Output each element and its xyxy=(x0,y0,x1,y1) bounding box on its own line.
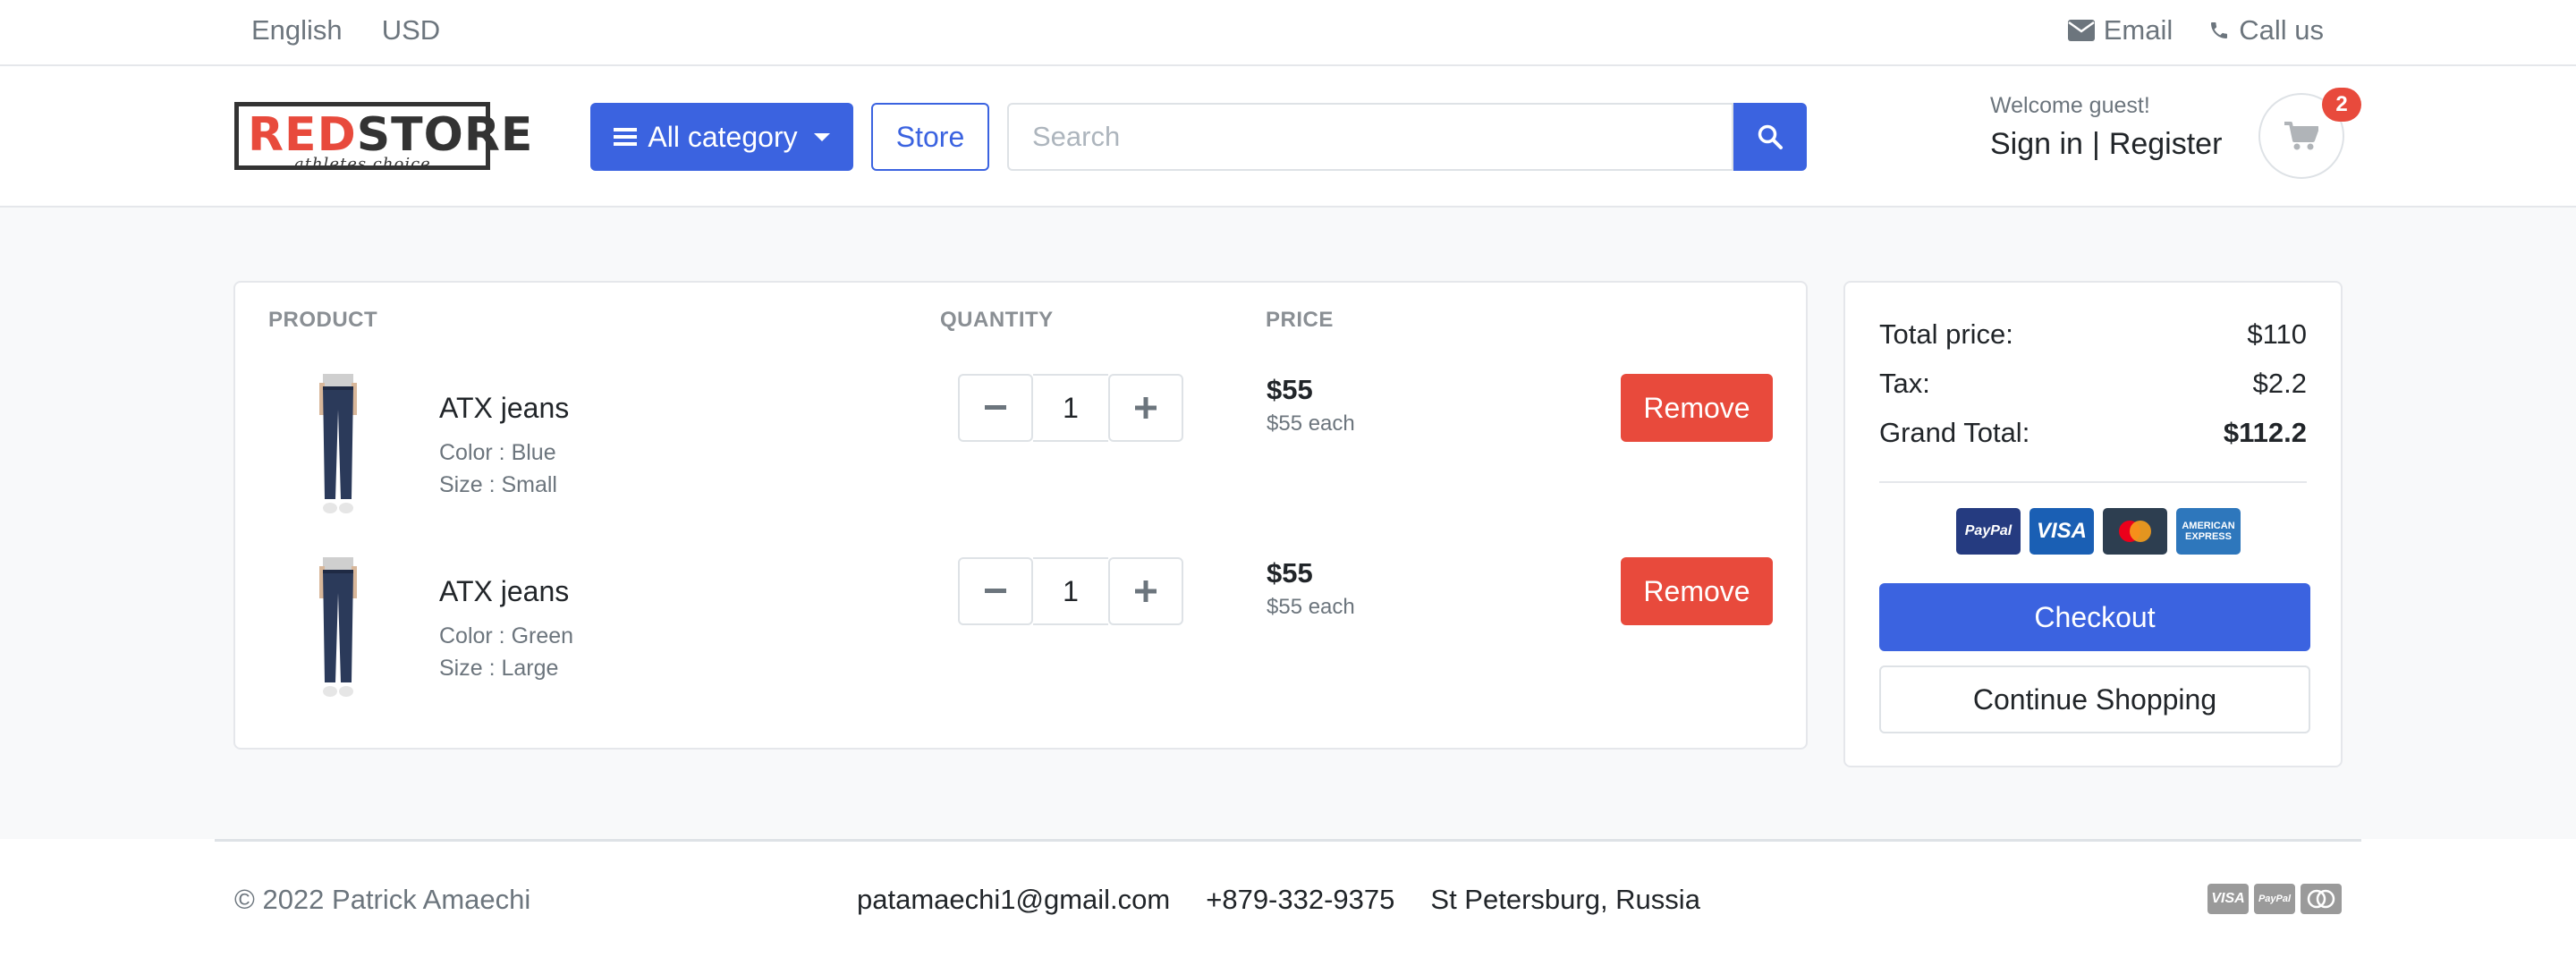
search-icon xyxy=(1758,124,1783,149)
all-category-label: All category xyxy=(648,120,798,153)
unit-price: $55 each xyxy=(1267,595,1355,619)
mastercard-icon xyxy=(2301,884,2342,914)
paypal-icon: PayPal xyxy=(1956,508,2021,555)
language-selector[interactable]: English xyxy=(251,14,343,47)
logo-wordmark: REDSTORE xyxy=(248,108,534,162)
footer-payment-icons: VISA PayPal xyxy=(2207,884,2342,914)
paypal-icon: PayPal xyxy=(2254,884,2295,914)
product-image xyxy=(319,557,357,697)
amex-icon: AMERICAN EXPRESS xyxy=(2176,508,2241,555)
locale-switcher: English USD xyxy=(251,14,440,47)
total-price-line: Total price: $110 xyxy=(1879,318,2307,351)
grand-total-line: Grand Total: $112.2 xyxy=(1879,417,2307,449)
decrease-quantity-button[interactable] xyxy=(958,374,1033,442)
search-button[interactable] xyxy=(1733,103,1807,171)
tax-line: Tax: $2.2 xyxy=(1879,368,2307,400)
sign-in-link[interactable]: Sign in xyxy=(1990,127,2083,162)
tax-value: $2.2 xyxy=(2252,368,2307,399)
remove-item-button[interactable]: Remove xyxy=(1621,374,1773,442)
minus-icon xyxy=(985,589,1006,593)
item-price: $55 xyxy=(1267,557,1313,589)
footer-divider xyxy=(215,839,2361,842)
search-input[interactable] xyxy=(1007,103,1733,171)
footer-email[interactable]: patamaechi1@gmail.com xyxy=(857,884,1170,916)
store-logo[interactable]: REDSTORE athletes choice xyxy=(234,102,532,174)
remove-item-button[interactable]: Remove xyxy=(1621,557,1773,625)
copyright-text: © 2022 Patrick Amaechi xyxy=(234,884,531,915)
plus-icon xyxy=(1135,580,1157,602)
caret-down-icon xyxy=(813,133,830,141)
tax-label: Tax: xyxy=(1879,368,1930,399)
currency-selector[interactable]: USD xyxy=(382,14,440,47)
cart-count-badge: 2 xyxy=(2322,88,2361,122)
hamburger-icon xyxy=(614,128,638,146)
column-header-price: PRICE xyxy=(1266,308,1334,332)
site-footer: © 2022 Patrick Amaechi patamaechi1@gmail… xyxy=(0,839,2576,966)
call-link[interactable]: Call us xyxy=(2208,14,2324,47)
plus-icon xyxy=(1135,397,1157,419)
column-header-quantity: QUANTITY xyxy=(940,308,1054,332)
unit-price: $55 each xyxy=(1267,411,1355,436)
cart-page: PRODUCT QUANTITY PRICE ATX jeans Color :… xyxy=(0,208,2576,839)
email-label: Email xyxy=(2103,14,2174,46)
summary-divider xyxy=(1879,481,2307,483)
call-label: Call us xyxy=(2239,14,2324,46)
item-price: $55 xyxy=(1267,374,1313,405)
quantity-value[interactable]: 1 xyxy=(1033,374,1108,442)
decrease-quantity-button[interactable] xyxy=(958,557,1033,625)
auth-separator: | xyxy=(2091,127,2100,161)
product-color: Color : Green xyxy=(439,623,574,648)
increase-quantity-button[interactable] xyxy=(1108,374,1183,442)
product-image xyxy=(319,374,357,513)
mastercard-icon xyxy=(2103,508,2167,555)
order-summary-card: Total price: $110 Tax: $2.2 Grand Total:… xyxy=(1843,281,2343,767)
visa-icon: VISA xyxy=(2207,884,2249,914)
footer-location: St Petersburg, Russia xyxy=(1430,884,1700,915)
column-header-product: PRODUCT xyxy=(268,308,378,332)
product-size: Size : Large xyxy=(439,656,559,681)
main-header: REDSTORE athletes choice All category St… xyxy=(0,66,2576,208)
store-button[interactable]: Store xyxy=(871,103,989,171)
top-bar: English USD Email Call us xyxy=(0,0,2576,66)
shopping-cart-icon xyxy=(2284,122,2318,150)
quantity-value[interactable]: 1 xyxy=(1033,557,1108,625)
logo-tagline: athletes choice xyxy=(294,155,431,174)
total-price-label: Total price: xyxy=(1879,318,2013,350)
minus-icon xyxy=(985,405,1006,410)
register-link[interactable]: Register xyxy=(2109,127,2223,162)
email-link[interactable]: Email xyxy=(2067,14,2174,47)
total-price-value: $110 xyxy=(2247,318,2307,350)
envelope-icon xyxy=(2067,20,2095,41)
product-name[interactable]: ATX jeans xyxy=(439,392,569,425)
all-category-button[interactable]: All category xyxy=(590,103,853,171)
cart-item-row: ATX jeans Color : Blue Size : Small 1 $5… xyxy=(235,374,1806,535)
product-size: Size : Small xyxy=(439,472,557,497)
continue-shopping-button[interactable]: Continue Shopping xyxy=(1879,665,2310,733)
phone-icon xyxy=(2211,22,2228,38)
increase-quantity-button[interactable] xyxy=(1108,557,1183,625)
product-name[interactable]: ATX jeans xyxy=(439,575,569,608)
auth-links: Sign in | Register xyxy=(1990,127,2222,162)
checkout-button[interactable]: Checkout xyxy=(1879,583,2310,651)
footer-contact: patamaechi1@gmail.com +879-332-9375 St P… xyxy=(857,884,1700,916)
quantity-stepper: 1 xyxy=(958,557,1183,625)
cart-item-row: ATX jeans Color : Green Size : Large 1 $… xyxy=(235,557,1806,718)
welcome-text: Welcome guest! xyxy=(1990,93,2150,118)
cart-items-card: PRODUCT QUANTITY PRICE ATX jeans Color :… xyxy=(233,281,1808,750)
visa-icon: VISA xyxy=(2029,508,2094,555)
product-color: Color : Blue xyxy=(439,440,556,465)
contact-links: Email Call us xyxy=(2067,14,2324,47)
footer-phone[interactable]: +879-332-9375 xyxy=(1206,884,1394,916)
accepted-payments: PayPal VISA AMERICAN EXPRESS xyxy=(1956,508,2241,555)
quantity-stepper: 1 xyxy=(958,374,1183,442)
grand-total-value: $112.2 xyxy=(2223,417,2307,448)
grand-total-label: Grand Total: xyxy=(1879,417,2030,448)
